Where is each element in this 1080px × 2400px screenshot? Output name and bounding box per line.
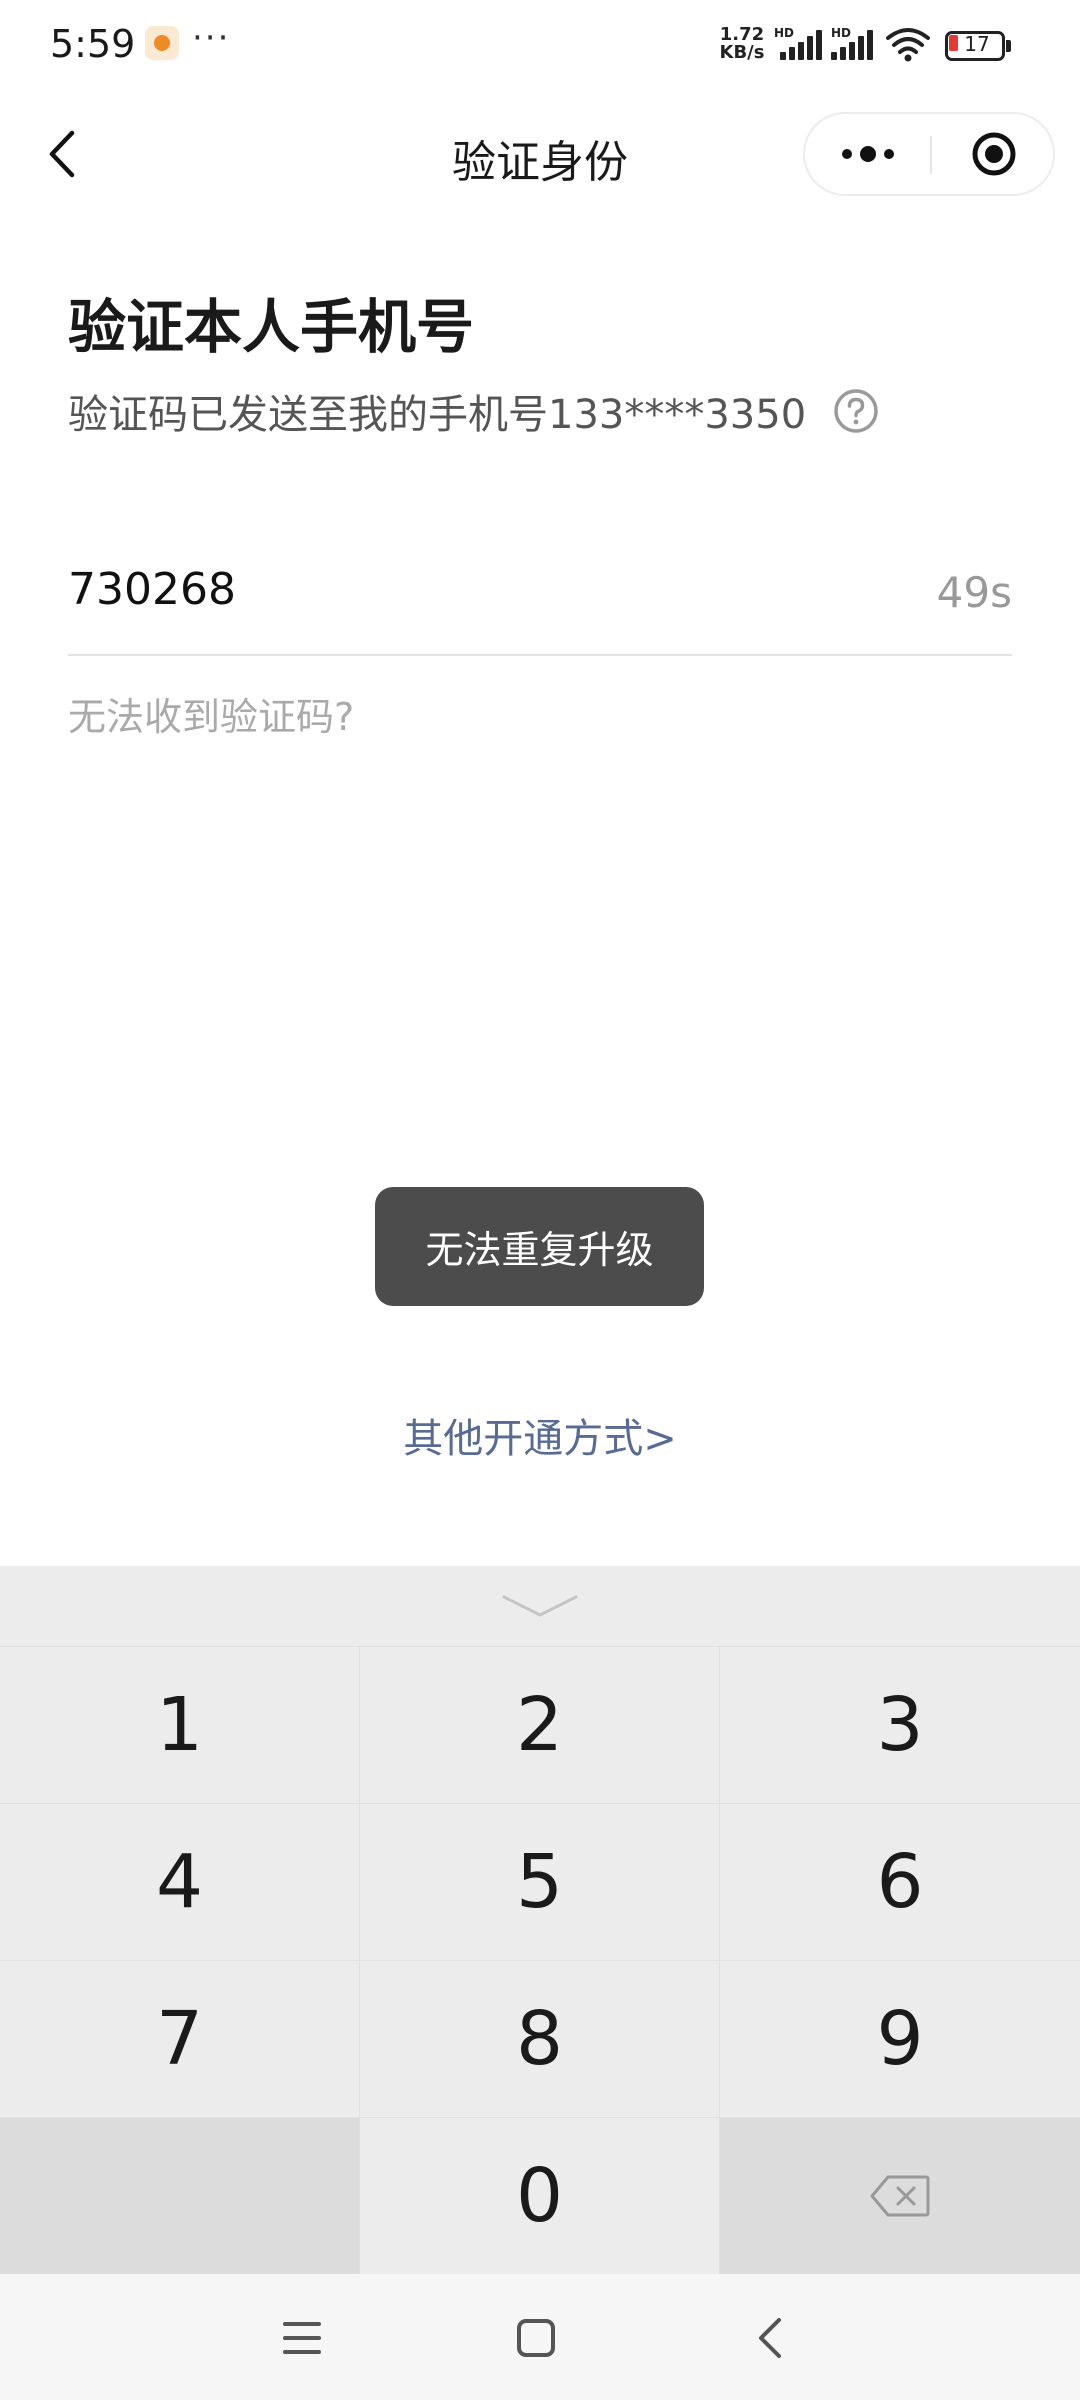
target-close-icon xyxy=(972,132,1016,176)
key-5[interactable]: 5 xyxy=(360,1803,719,1960)
backspace-icon xyxy=(870,2175,930,2217)
mini-program-capsule xyxy=(803,112,1055,196)
more-notifications-icon: ··· xyxy=(192,18,231,58)
recent-apps-button[interactable] xyxy=(274,2310,330,2366)
network-speed: 1.72 KB/s xyxy=(717,26,767,62)
more-dots-icon xyxy=(842,146,894,162)
key-6[interactable]: 6 xyxy=(720,1803,1080,1960)
key-9[interactable]: 9 xyxy=(720,1960,1080,2117)
question-help-icon[interactable] xyxy=(832,387,880,435)
back-arrow-icon xyxy=(759,2318,781,2358)
status-time: 5:59 xyxy=(50,22,136,66)
verification-code-value[interactable]: 730268 xyxy=(68,564,236,615)
wifi-icon xyxy=(886,28,930,62)
toast-text: 无法重复升级 xyxy=(425,1228,654,1272)
toast-message: 无法重复升级 xyxy=(375,1187,704,1306)
sent-to-phone-text: 验证码已发送至我的手机号133****3350 xyxy=(68,392,807,438)
subtitle-row: 验证码已发送至我的手机号133****3350 xyxy=(68,382,880,440)
key-blank xyxy=(0,2117,359,2274)
backspace-key[interactable] xyxy=(720,2117,1080,2274)
menu-lines-icon xyxy=(283,2322,321,2354)
key-2[interactable]: 2 xyxy=(360,1646,719,1803)
other-methods-link[interactable]: 其他开通方式> xyxy=(0,1406,1080,1464)
key-0[interactable]: 0 xyxy=(360,2117,719,2274)
verification-code-field[interactable]: 730268 49s xyxy=(68,560,1012,656)
network-speed-unit: KB/s xyxy=(719,42,765,63)
signal-2-hd-label: HD xyxy=(831,26,852,40)
close-mini-program-button[interactable] xyxy=(931,114,1057,194)
app-notification-icon xyxy=(145,26,179,60)
verify-identity-page: 5:59 ··· 1.72 KB/s HD HD 17 验证身份 验证本人手机号… xyxy=(0,0,1080,2400)
status-bar: 5:59 ··· 1.72 KB/s HD HD 17 xyxy=(0,0,1080,96)
key-7[interactable]: 7 xyxy=(0,1960,359,2117)
system-back-button[interactable] xyxy=(742,2310,798,2366)
numeric-keyboard: 1 2 3 4 5 6 7 8 9 0 xyxy=(0,1566,1080,2274)
key-1[interactable]: 1 xyxy=(0,1646,359,1803)
home-button[interactable] xyxy=(508,2310,564,2366)
signal-1-icon: HD xyxy=(772,26,822,60)
more-options-button[interactable] xyxy=(805,114,931,194)
verify-heading: 验证本人手机号 xyxy=(68,293,475,361)
battery-level: 17 xyxy=(964,32,990,56)
signal-1-hd-label: HD xyxy=(774,26,795,40)
chevron-down-icon xyxy=(502,1595,578,1617)
signal-2-icon: HD xyxy=(829,26,879,60)
cannot-receive-code-link[interactable]: 无法收到验证码? xyxy=(68,686,354,741)
home-square-icon xyxy=(517,2319,555,2357)
key-8[interactable]: 8 xyxy=(360,1960,719,2117)
system-navigation-bar xyxy=(0,2274,1080,2400)
keyboard-collapse-button[interactable] xyxy=(0,1566,1080,1646)
key-4[interactable]: 4 xyxy=(0,1803,359,1960)
navigation-bar: 验证身份 xyxy=(0,96,1080,214)
battery-icon: 17 xyxy=(945,31,1011,61)
key-3[interactable]: 3 xyxy=(720,1646,1080,1803)
resend-countdown: 49s xyxy=(936,568,1012,617)
